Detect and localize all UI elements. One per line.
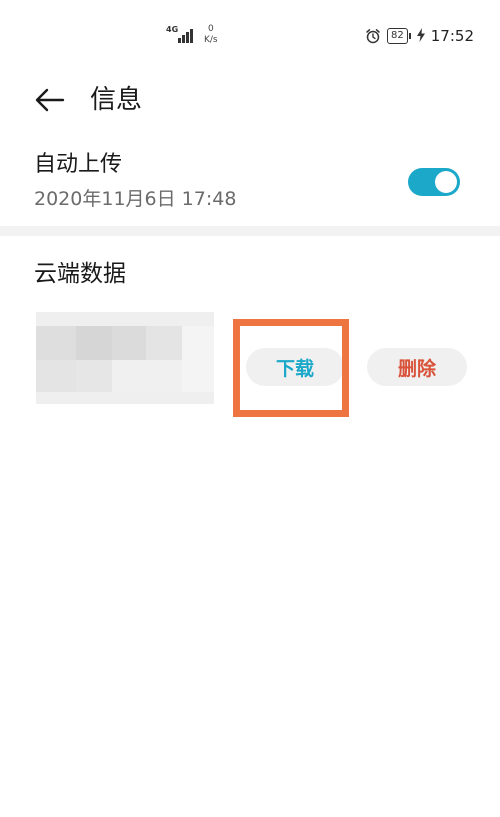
signal-bar xyxy=(182,35,185,43)
screen: 4G 0 K/s 82 17:52 信息 自动上传 2020年11月6日 17:… xyxy=(0,0,500,817)
signal-bar xyxy=(190,29,193,43)
signal-icon: 4G xyxy=(166,24,194,46)
blur-block xyxy=(36,360,76,392)
blurred-item-preview xyxy=(36,312,214,404)
header: 信息 xyxy=(0,78,500,122)
blur-block xyxy=(76,326,112,360)
network-speed: 0 K/s xyxy=(204,24,218,46)
highlight-annotation-box xyxy=(233,319,349,417)
blur-block xyxy=(76,360,112,392)
status-bar: 4G 0 K/s 82 17:52 xyxy=(0,0,500,72)
page-title: 信息 xyxy=(90,85,143,115)
blur-block xyxy=(36,326,76,360)
battery-level: 82 xyxy=(387,28,408,44)
toggle-knob xyxy=(435,171,457,193)
auto-upload-row: 自动上传 2020年11月6日 17:48 xyxy=(0,146,500,222)
charging-icon xyxy=(416,27,425,45)
signal-bar xyxy=(186,32,189,43)
back-button[interactable] xyxy=(34,84,66,116)
arrow-left-icon xyxy=(35,88,65,112)
section-divider xyxy=(0,226,500,236)
speed-unit: K/s xyxy=(204,35,218,45)
alarm-icon xyxy=(365,28,381,44)
blur-block xyxy=(182,326,214,392)
auto-upload-toggle[interactable] xyxy=(408,168,460,196)
blur-block xyxy=(146,326,182,360)
battery-icon: 82 xyxy=(387,28,411,44)
blur-block xyxy=(112,326,146,360)
auto-upload-label: 自动上传 xyxy=(34,152,123,177)
battery-cap xyxy=(408,33,411,39)
status-center: 4G 0 K/s xyxy=(166,24,218,46)
delete-button[interactable]: 删除 xyxy=(367,348,467,386)
network-type: 4G xyxy=(166,25,179,34)
speed-value: 0 xyxy=(207,24,214,34)
cloud-data-title: 云端数据 xyxy=(34,261,126,287)
auto-upload-timestamp: 2020年11月6日 17:48 xyxy=(34,188,237,210)
blur-block xyxy=(112,360,182,392)
status-time: 17:52 xyxy=(430,27,474,45)
status-right: 82 17:52 xyxy=(365,27,474,45)
signal-bar xyxy=(178,38,181,43)
